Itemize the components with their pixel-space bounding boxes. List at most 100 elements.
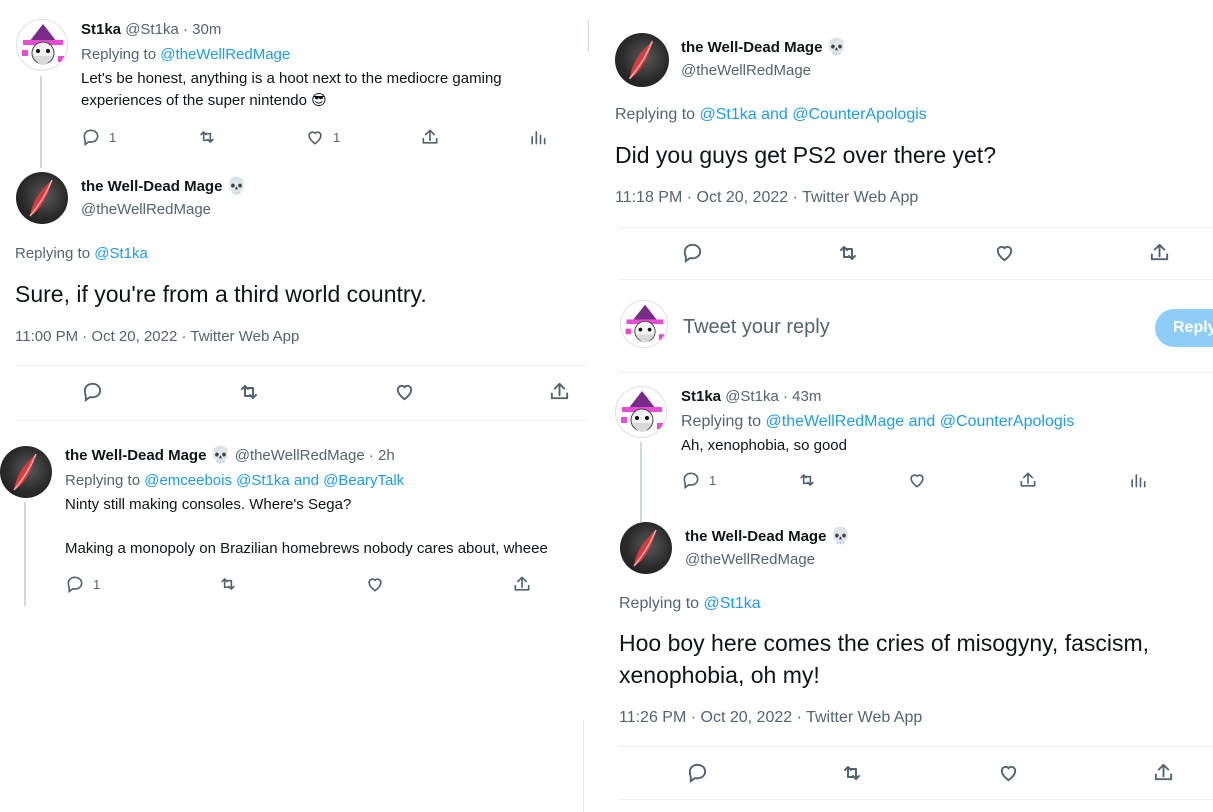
retweet-action[interactable] [797,470,817,490]
wizard-avatar-icon [625,304,665,343]
share-icon [514,576,530,591]
author-line: the Well-Dead Mage 💀 [681,37,847,59]
author-handle[interactable]: @theWellRedMage [685,549,815,571]
retweet-action[interactable] [840,761,864,785]
reply-count: 1 [93,576,101,592]
heart-icon [1000,765,1017,782]
share-action[interactable] [1152,761,1175,784]
heart-icon [910,474,924,488]
avatar-well-dead-mage[interactable] [16,172,68,224]
share-action[interactable] [548,380,571,403]
heart-icon [308,131,322,145]
like-action[interactable] [393,380,416,403]
tweet-text: Let's be honest, anything is a hoot next… [81,68,581,112]
avatar-current-user[interactable] [620,300,668,348]
author-line: the Well-Dead Mage 💀 [685,526,851,548]
reply-action[interactable] [686,761,709,784]
divider [618,279,1213,280]
reply-icon [683,243,702,264]
author-handle[interactable]: @theWellRedMage [81,199,211,221]
replying-to: Replying to @theWellRedMage [81,44,290,66]
tweet-meta[interactable]: 11:00 PM · Oct 20, 2022 · Twitter Web Ap… [15,326,299,348]
like-action[interactable]: 1 [305,127,340,147]
replying-to: Replying to @St1ka and @CounterApologis [615,104,927,126]
author-handle[interactable]: @theWellRedMage [235,447,365,464]
reply-icon [688,763,707,784]
author-line: the Well-Dead Mage 💀 [81,176,247,198]
tweet-header: St1ka @St1ka · 43m [681,386,821,408]
skull-emoji: 💀 [226,178,247,195]
avatar-st1ka[interactable] [16,19,68,71]
replying-to-link[interactable]: @theWellRedMage and @CounterApologis [766,413,1075,430]
share-action[interactable] [1018,470,1038,490]
analytics-action[interactable] [1128,470,1148,490]
reply-input[interactable]: Tweet your reply [683,316,830,339]
reply-button[interactable]: Reply [1155,309,1213,347]
like-action[interactable] [997,761,1020,784]
divider [15,365,587,366]
panel-separator [588,20,589,52]
skull-emoji: 💀 [830,528,851,545]
share-icon [1150,243,1169,261]
avatar-well-dead-mage[interactable] [615,33,669,87]
author-name[interactable]: the Well-Dead Mage [685,528,826,545]
like-action[interactable] [365,574,385,594]
retweet-action[interactable] [197,127,217,147]
reply-action[interactable] [81,380,104,403]
tweet-text: Ah, xenophobia, so good [681,437,847,454]
divider [618,746,1213,747]
author-name[interactable]: St1ka [81,21,121,38]
retweet-action[interactable] [836,241,860,265]
replying-to-link[interactable]: @emceebois @St1ka and @BearyTalk [144,472,404,489]
replying-prefix: Replying to [15,245,91,262]
replying-to-link[interactable]: @St1ka [704,595,761,612]
heart-icon [396,384,413,401]
skull-emoji: 💀 [826,39,847,56]
thread-line [24,502,26,606]
share-action[interactable] [1148,241,1171,264]
replying-to-link[interactable]: @theWellRedMage [160,46,290,63]
author-name[interactable]: the Well-Dead Mage [681,39,822,56]
tweet-text: Hoo boy here comes the cries of misogyny… [619,630,1150,688]
replying-to-link[interactable]: @St1ka and @CounterApologis [700,106,927,123]
reply-action[interactable] [681,241,704,264]
tweet-text-line-2: Making a monopoly on Brazilian homebrews… [65,540,548,557]
tweet-time[interactable]: · 2h [369,447,395,464]
avatar-well-dead-mage[interactable] [620,522,672,574]
retweet-icon [200,131,214,143]
reply-action[interactable]: 1 [681,470,716,490]
divider [15,420,587,421]
tweet-time[interactable]: · 30m [183,21,221,38]
like-action[interactable] [993,241,1016,264]
retweet-action[interactable] [218,574,238,594]
author-name[interactable]: St1ka [681,388,721,405]
wizard-avatar-icon [621,391,663,432]
tweet-meta[interactable]: 11:18 PM · Oct 20, 2022 · Twitter Web Ap… [615,187,918,209]
replying-prefix: Replying to [65,472,141,489]
share-action[interactable] [512,574,532,594]
avatar-well-dead-mage[interactable] [0,446,52,498]
author-handle[interactable]: @St1ka [125,21,179,38]
feather-avatar-icon [633,529,657,567]
retweet-action[interactable] [237,380,261,404]
tweet-text-line-1: Ninty still making consoles. Where's Seg… [65,496,352,513]
reply-action[interactable]: 1 [65,574,100,594]
avatar-st1ka[interactable] [615,386,667,438]
like-action[interactable] [907,470,927,490]
replying-to-link[interactable]: @St1ka [94,245,148,262]
author-handle[interactable]: @St1ka [725,388,779,405]
sunglasses-emoji: 😎 [311,92,327,109]
reply-action[interactable]: 1 [81,127,116,147]
skull-emoji: 💀 [210,447,231,464]
share-action[interactable] [420,127,440,147]
retweet-icon [800,474,814,486]
tweet-meta[interactable]: 11:26 PM · Oct 20, 2022 · Twitter Web Ap… [619,707,922,729]
analytics-action[interactable] [528,127,548,147]
author-handle[interactable]: @theWellRedMage [681,60,811,82]
author-name[interactable]: the Well-Dead Mage [81,178,222,195]
author-name[interactable]: the Well-Dead Mage [65,447,206,464]
share-icon [1154,763,1173,781]
tweet-time[interactable]: · 43m [783,388,821,405]
analytics-icon [531,131,546,145]
feather-avatar-icon [29,179,53,217]
